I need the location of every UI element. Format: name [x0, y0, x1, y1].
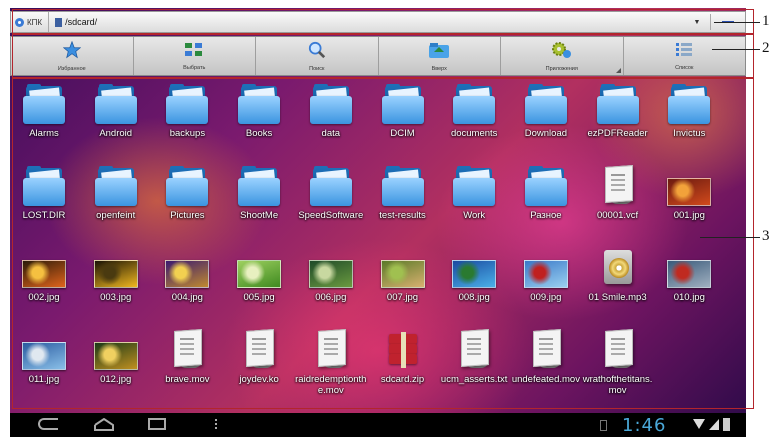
annotation-box-2	[12, 34, 754, 78]
annotation-leader-2	[712, 49, 760, 50]
menu-dots-icon[interactable]	[215, 419, 217, 431]
annotation-box-3	[12, 78, 754, 409]
annotation-number-3: 3	[762, 228, 770, 244]
system-nav-bar: 1:46	[10, 413, 746, 437]
battery-icon	[723, 418, 730, 431]
annotation-number-2: 2	[762, 40, 770, 56]
annotation-leader-3	[700, 237, 760, 238]
recent-apps-icon[interactable]	[148, 418, 166, 430]
annotation-box-1	[12, 9, 754, 34]
annotation-number-1: 1	[762, 13, 770, 29]
back-icon[interactable]	[38, 418, 58, 430]
signal-icon	[709, 419, 719, 430]
home-icon[interactable]	[94, 418, 114, 431]
phone-status-icon	[600, 420, 607, 431]
wifi-icon	[693, 419, 705, 429]
annotation-leader-1	[714, 22, 760, 23]
clock: 1:46	[622, 415, 667, 436]
